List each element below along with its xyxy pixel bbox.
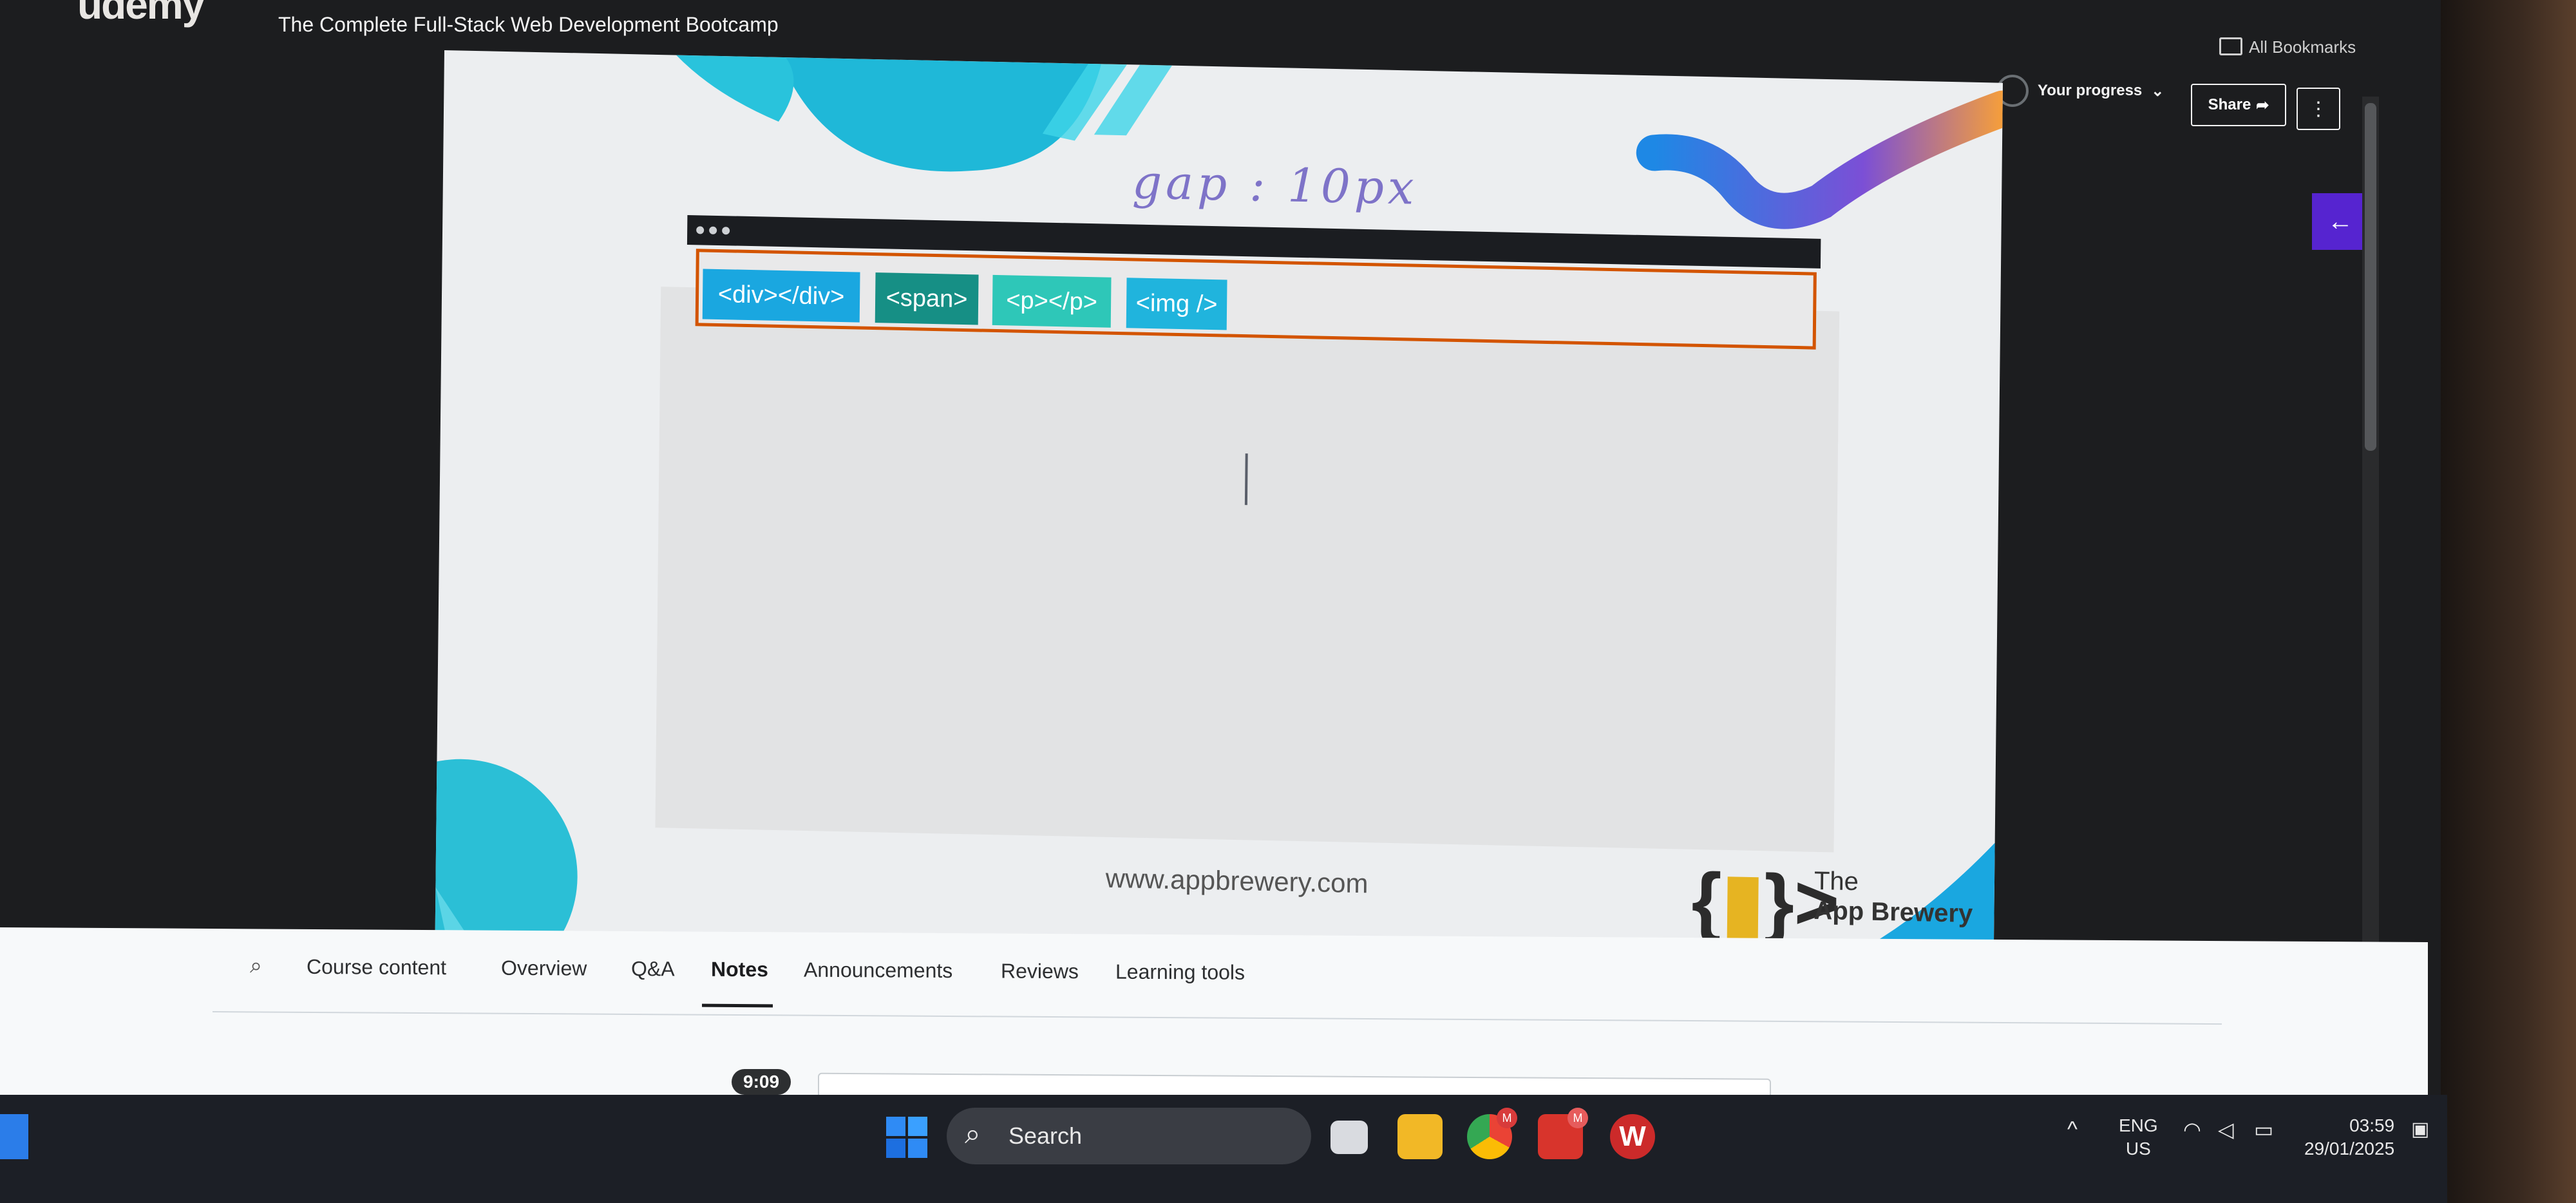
div-element-chip: <div></div> (702, 269, 860, 323)
tab-overview[interactable]: Overview (501, 956, 587, 981)
search-label: Search (1009, 1122, 1083, 1149)
share-label: Share (2208, 96, 2251, 113)
wps-office-icon[interactable]: W (1610, 1114, 1655, 1159)
brand-line-2: App Brewery (1814, 896, 1973, 928)
note-timestamp-badge[interactable]: 9:09 (732, 1069, 791, 1095)
text-cursor-mark (1244, 453, 1248, 506)
handwritten-gap-note: gap : 10px (1132, 155, 1418, 215)
chrome-profile-badge: M (1497, 1108, 1517, 1128)
language-indicator[interactable]: ENG US (2119, 1114, 2158, 1160)
img-element-chip: <img /> (1126, 278, 1227, 330)
video-player[interactable]: gap : 10px <div></div> <span> <p></p> <i… (435, 50, 2003, 977)
course-title[interactable]: The Complete Full-Stack Web Development … (278, 13, 779, 37)
task-view-icon[interactable] (1331, 1121, 1368, 1154)
volume-icon[interactable]: ◁ (2218, 1118, 2234, 1141)
course-tabs-panel: ⌕ Course content Overview Q&A Notes Anno… (0, 927, 2428, 1120)
app-icon[interactable]: M (1538, 1108, 1588, 1159)
tab-learning-tools[interactable]: Learning tools (1115, 960, 1245, 985)
chevron-up-icon[interactable]: ^ (2067, 1118, 2078, 1141)
more-options-button[interactable]: ⋮ (2297, 88, 2340, 130)
all-bookmarks-link[interactable]: All Bookmarks (2249, 37, 2356, 57)
widgets-icon[interactable] (0, 1114, 28, 1159)
battery-icon[interactable]: ▭ (2254, 1118, 2273, 1141)
scrollbar-thumb[interactable] (2365, 103, 2376, 451)
share-button[interactable]: Share ➦ (2191, 84, 2286, 126)
app-brewery-brand: The App Brewery (1814, 866, 1973, 929)
active-tab-indicator (702, 1003, 773, 1008)
span-element-chip: <span> (875, 272, 979, 325)
folder-icon (2219, 37, 2242, 55)
your-progress-button[interactable]: Your progress ⌄ (1996, 75, 2164, 107)
region-code: US (2125, 1139, 2151, 1159)
wifi-icon[interactable]: ◠ (2183, 1118, 2201, 1141)
demo-canvas (655, 287, 1840, 853)
arrow-left-icon[interactable]: ← (2312, 193, 2369, 250)
p-element-chip: <p></p> (992, 274, 1112, 328)
course-header: udemy The Complete Full-Stack Web Develo… (0, 0, 2441, 77)
monitor-bezel (2441, 0, 2576, 1203)
search-icon[interactable]: ⌕ (250, 953, 262, 978)
tab-reviews[interactable]: Reviews (1001, 959, 1079, 983)
progress-label: Your progress (2038, 82, 2143, 99)
share-arrow-icon: ➦ (2256, 96, 2269, 114)
monitor-screen: udemy The Complete Full-Stack Web Develo… (0, 0, 2441, 1203)
chevron-down-icon: ⌄ (2151, 82, 2164, 100)
search-icon: ⌕ (965, 1118, 981, 1150)
tab-course-content[interactable]: Course content (307, 955, 446, 980)
tab-announcements[interactable]: Announcements (804, 958, 952, 983)
tab-qa[interactable]: Q&A (631, 957, 675, 981)
brand-line-1: The (1814, 866, 1859, 896)
clock[interactable]: 03:59 29/01/2025 (2304, 1114, 2394, 1160)
file-explorer-icon[interactable] (1397, 1114, 1443, 1159)
tabs-divider (213, 1011, 2222, 1025)
notification-icon[interactable]: ▣ (2411, 1118, 2429, 1141)
chrome-icon[interactable]: M (1467, 1108, 1517, 1159)
windows-start-icon[interactable] (886, 1117, 927, 1158)
clock-time: 03:59 (2349, 1115, 2395, 1135)
appbrewery-url: www.appbrewery.com (1105, 862, 1368, 899)
language-code: ENG (2119, 1115, 2158, 1135)
app-badge: M (1567, 1108, 1588, 1128)
window-dot (709, 226, 717, 234)
tab-notes[interactable]: Notes (711, 958, 768, 982)
clock-date: 29/01/2025 (2304, 1139, 2395, 1159)
udemy-logo[interactable]: udemy (77, 0, 205, 28)
taskbar-search[interactable]: ⌕ Search (947, 1108, 1311, 1164)
window-dot (722, 227, 730, 235)
window-dot (696, 226, 705, 234)
